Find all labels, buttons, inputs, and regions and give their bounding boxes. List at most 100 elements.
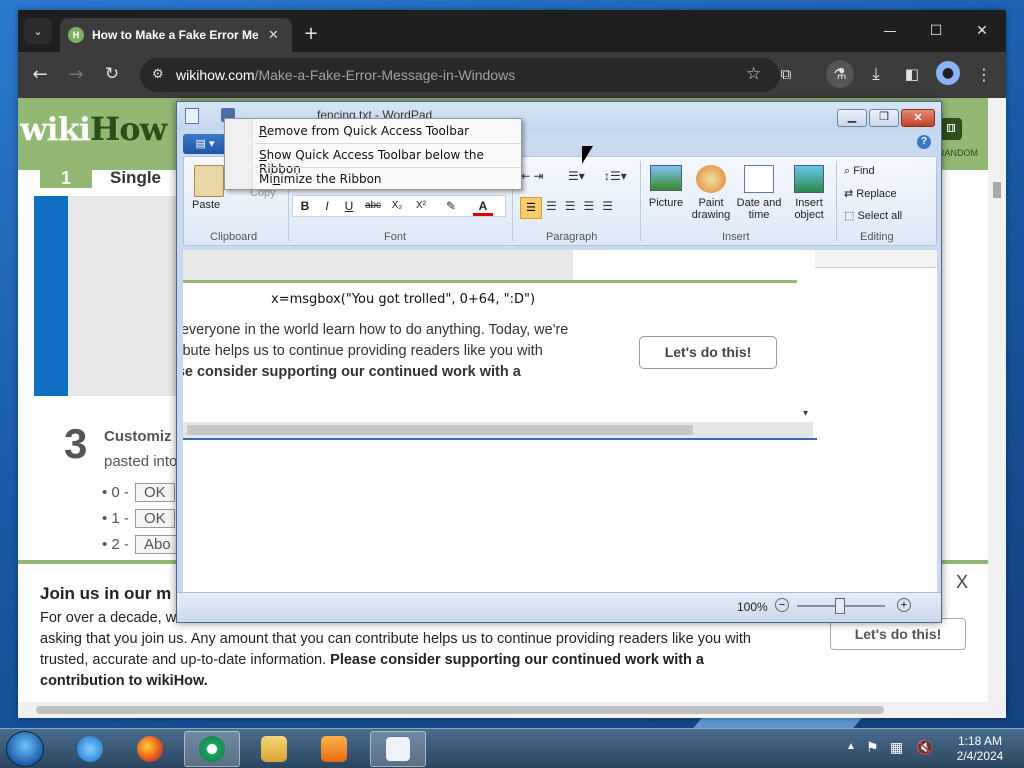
italic-button[interactable]: I — [317, 196, 337, 216]
highlight-color-icon[interactable]: ✎ — [441, 196, 461, 216]
scrollbar-thumb[interactable] — [993, 182, 1001, 198]
tab-title: How to Make a Fake Error Mes — [92, 28, 258, 42]
forward-icon[interactable]: → — [64, 62, 88, 86]
select-all-button[interactable]: ⬚ Select all — [844, 209, 902, 222]
labs-icon[interactable]: ⚗ — [826, 60, 854, 88]
bullets-icon[interactable]: ☰▾ — [568, 169, 598, 189]
system-tray: ▲ ⚑ ▦ 🔇 1:18 AM 2/4/2024 — [840, 729, 1024, 768]
ok-sample-button: OK — [134, 509, 175, 528]
superscript-button[interactable]: X² — [411, 196, 431, 216]
minimize-button[interactable]: — — [878, 20, 902, 42]
reload-icon[interactable]: ↻ — [100, 62, 124, 86]
list-item: • 1 - OK — [102, 509, 175, 528]
taskbar-media-player[interactable] — [306, 731, 362, 767]
minimize-ribbon-menu-item[interactable]: Minimize the Ribbon — [259, 172, 382, 186]
insert-object-icon[interactable] — [794, 165, 824, 193]
text-color-icon[interactable]: A — [473, 196, 493, 216]
taskbar-ie[interactable] — [62, 731, 118, 767]
vertical-scrollbar[interactable] — [988, 98, 1006, 718]
horizontal-scrollbar[interactable] — [18, 702, 988, 718]
bold-button[interactable]: B — [295, 196, 315, 216]
paste-icon[interactable] — [194, 165, 224, 197]
browser-tab[interactable]: H How to Make a Fake Error Mes ✕ — [60, 18, 292, 52]
logo-wiki: wiki — [20, 110, 91, 148]
find-icon: ⌕ — [844, 165, 851, 177]
paint-drawing-icon[interactable] — [696, 165, 726, 193]
find-button[interactable]: ⌕ Find — [844, 165, 875, 178]
internet-explorer-icon — [77, 736, 103, 762]
step-1-title: Single — [110, 168, 162, 187]
subscript-button[interactable]: X₂ — [387, 196, 407, 216]
wordpad-close-button[interactable]: ✕ — [901, 109, 935, 127]
file-menu-button[interactable]: ▤ ▾ — [183, 134, 227, 154]
tray-expand-icon[interactable]: ▲ — [846, 741, 856, 752]
paint-drawing-button[interactable]: Paint drawing — [688, 197, 734, 221]
volume-muted-icon[interactable]: 🔇 — [916, 739, 933, 756]
start-button[interactable] — [6, 731, 44, 767]
tab-close-icon[interactable]: ✕ — [268, 27, 279, 43]
network-icon[interactable]: ▦ — [890, 739, 903, 756]
replace-icon: ⇄ — [844, 188, 854, 200]
underline-button[interactable]: U — [339, 196, 359, 216]
clock-time: 1:18 AM — [957, 734, 1003, 748]
bookmark-star-icon[interactable]: ☆ — [746, 64, 761, 84]
replace-button[interactable]: ⇄ Replace — [844, 187, 897, 200]
paste-button[interactable]: Paste — [192, 199, 220, 211]
document-area[interactable]: x=msgbox("You got trolled", 0+64, ":D") … — [183, 250, 937, 592]
clock-date: 2/4/2024 — [956, 749, 1004, 763]
embedded-horizontal-scrollbar[interactable] — [183, 422, 813, 438]
date-time-icon[interactable] — [744, 165, 774, 193]
sidebar-icon[interactable]: ◧ — [900, 62, 924, 86]
extensions-icon[interactable]: ⧉ — [774, 62, 798, 86]
taskbar-explorer[interactable] — [246, 731, 302, 767]
clipboard-group-label: Clipboard — [210, 231, 258, 243]
step-3-text: pasted into — [104, 453, 178, 470]
url-host: wikihow.com — [176, 67, 255, 83]
clock[interactable]: 1:18 AM 2/4/2024 — [950, 734, 1010, 764]
taskbar: ▲ ⚑ ▦ 🔇 1:18 AM 2/4/2024 — [0, 728, 1024, 768]
list-item: • 2 - Abo — [102, 535, 180, 554]
wordpad-restore-button[interactable]: ❐ — [869, 109, 899, 127]
menu-dots-icon[interactable]: ⋮ — [972, 62, 996, 86]
line-spacing-icon[interactable]: ↕☰▾ — [604, 169, 634, 189]
picture-icon[interactable] — [650, 165, 682, 191]
taskbar-chrome[interactable] — [184, 731, 240, 767]
wikihow-logo[interactable]: wikiHow — [20, 110, 167, 148]
indent-icons[interactable]: ⇤ ⇥ — [520, 169, 560, 189]
select-all-icon: ⬚ — [844, 210, 855, 222]
back-icon[interactable]: ← — [28, 62, 52, 86]
zoom-in-button[interactable]: + — [897, 598, 911, 612]
zoom-out-button[interactable]: − — [775, 598, 789, 612]
remove-from-qat-menu-item[interactable]: Remove from Quick Access Toolbar — [259, 124, 469, 138]
new-tab-button[interactable]: + — [300, 22, 322, 44]
banner-title: Join us in our m — [40, 584, 172, 603]
taskbar-firefox[interactable] — [122, 731, 178, 767]
window-close-button[interactable]: ✕ — [970, 20, 994, 42]
tab-search-icon[interactable]: ⌄ — [24, 18, 52, 44]
browser-toolbar: ← → ↻ ⚙ wikihow.com/Make-a-Fake-Error-Me… — [18, 52, 1006, 98]
alignment-icons[interactable]: ☰☰☰☰ — [546, 199, 646, 219]
taskbar-wordpad[interactable] — [370, 731, 426, 767]
download-icon[interactable]: ⤓ — [864, 62, 888, 86]
embedded-scroll-down-icon[interactable]: ▾ — [803, 408, 808, 419]
date-time-button[interactable]: Date and time — [734, 197, 784, 221]
wordpad-minimize-button[interactable]: ▁ — [837, 109, 867, 127]
strikethrough-button[interactable]: abc — [363, 196, 383, 216]
help-icon[interactable]: ? — [917, 135, 931, 149]
align-left-button[interactable]: ☰ — [520, 197, 542, 219]
insert-object-button[interactable]: Insert object — [786, 197, 832, 221]
qat-context-menu: Remove from Quick Access Toolbar Show Qu… — [224, 118, 522, 190]
action-center-flag-icon[interactable]: ⚑ — [866, 739, 879, 756]
wordpad-icon — [385, 736, 411, 762]
banner-close-button[interactable]: X — [956, 572, 968, 593]
random-dice-icon[interactable]: ⚅ — [940, 118, 962, 140]
picture-button[interactable]: Picture — [646, 197, 686, 209]
site-info-icon[interactable]: ⚙ — [152, 66, 164, 82]
profile-avatar-icon[interactable]: ● — [936, 61, 960, 85]
maximize-button[interactable]: ☐ — [924, 20, 948, 42]
address-bar[interactable]: ⚙ wikihow.com/Make-a-Fake-Error-Message-… — [140, 58, 780, 92]
ruler[interactable] — [815, 250, 937, 268]
zoom-slider-thumb[interactable] — [835, 598, 845, 614]
font-format-strip: B I U abc X₂ X² ✎ A — [292, 195, 506, 217]
wordpad-app-icon[interactable] — [185, 108, 199, 124]
